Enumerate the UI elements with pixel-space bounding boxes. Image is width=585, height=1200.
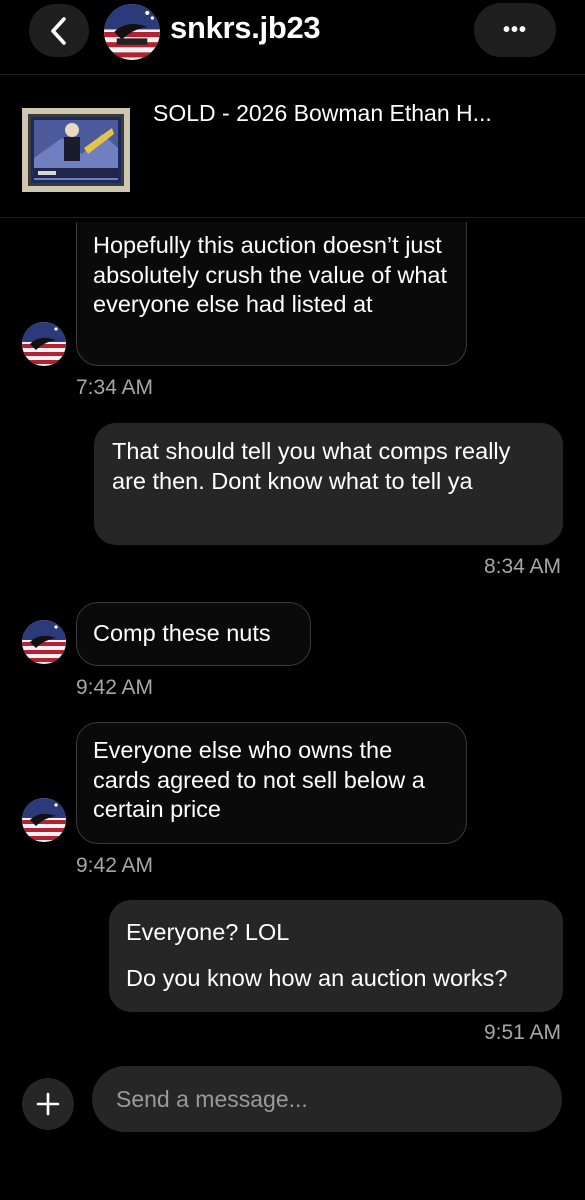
message-timestamp: 7:34 AM — [76, 376, 154, 399]
listing-thumbnail[interactable] — [22, 108, 130, 192]
back-button[interactable] — [29, 4, 89, 57]
message-composer — [0, 1060, 585, 1150]
avatar[interactable] — [22, 620, 66, 664]
message-timestamp: 9:51 AM — [483, 1021, 561, 1044]
chat-header: snkrs.jb23 ••• — [0, 0, 585, 75]
message-timestamp: 9:42 AM — [76, 676, 154, 699]
avatar[interactable] — [104, 4, 160, 60]
listing-title[interactable]: SOLD - 2026 Bowman Ethan H... — [153, 100, 492, 127]
avatar[interactable] — [22, 798, 66, 842]
message-timestamp: 9:42 AM — [76, 854, 154, 877]
message-bubble-received: Everyone else who owns the cards agreed … — [76, 722, 467, 844]
chevron-left-icon — [51, 16, 66, 45]
message-bubble-received: Hopefully this auction doesn’t just abso… — [76, 222, 467, 366]
more-dots-icon: ••• — [502, 18, 527, 41]
message-bubble-sent: That should tell you what comps really a… — [94, 423, 563, 545]
message-text: Do you know how an auction works? — [126, 964, 508, 991]
message-text: Everyone? LOL — [126, 919, 290, 945]
message-text: Comp these nuts — [93, 620, 271, 646]
message-bubble-sent: Everyone? LOL Do you know how an auction… — [109, 900, 563, 1012]
message-text: Hopefully this auction doesn’t just abso… — [93, 232, 448, 317]
add-attachment-button[interactable] — [22, 1078, 74, 1130]
avatar[interactable] — [22, 322, 66, 366]
message-text: Everyone else who owns the cards agreed … — [93, 737, 425, 822]
message-text: That should tell you what comps really a… — [112, 438, 511, 494]
message-bubble-received: Comp these nuts — [76, 602, 311, 666]
message-input[interactable] — [92, 1066, 562, 1132]
chat-username[interactable]: snkrs.jb23 — [170, 10, 321, 46]
listing-banner[interactable]: SOLD - 2026 Bowman Ethan H... — [0, 75, 585, 218]
message-timestamp: 8:34 AM — [483, 555, 561, 578]
plus-icon — [36, 1092, 60, 1116]
more-options-button[interactable]: ••• — [474, 3, 556, 57]
